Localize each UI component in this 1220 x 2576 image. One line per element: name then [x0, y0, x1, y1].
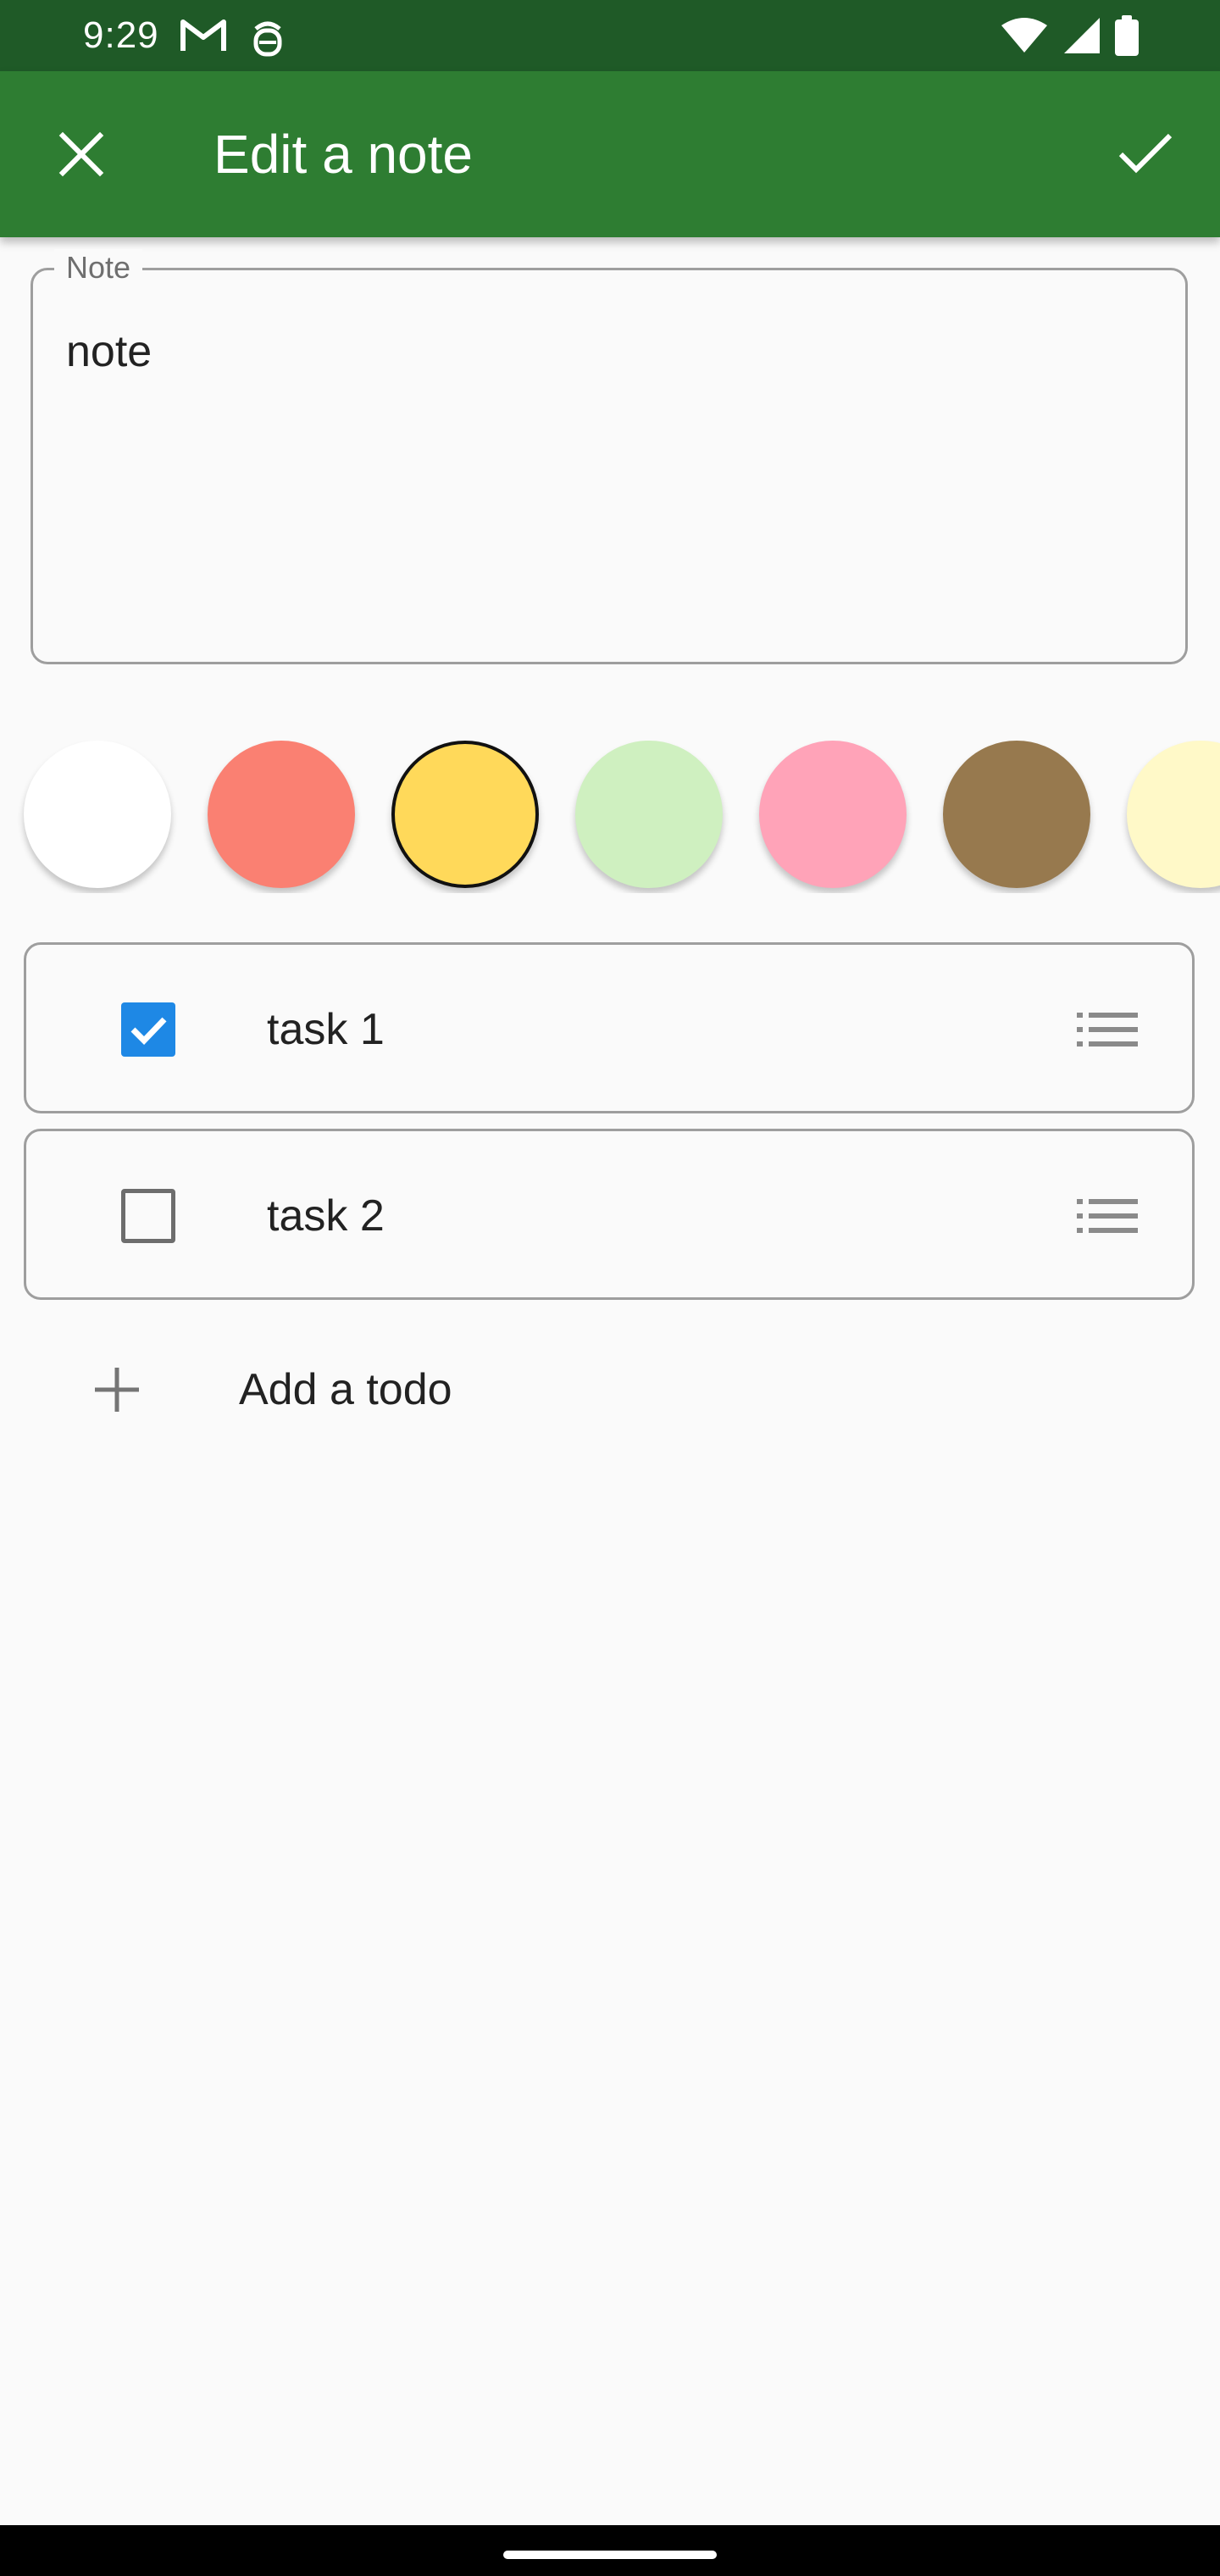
color-swatch-light-green[interactable]	[575, 741, 723, 888]
android-debug-icon	[253, 21, 282, 57]
add-todo-button[interactable]: Add a todo	[85, 1347, 593, 1432]
add-todo-label: Add a todo	[239, 1365, 452, 1414]
check-icon	[130, 1017, 167, 1046]
note-field-value[interactable]: note	[66, 325, 152, 378]
gmail-icon	[180, 19, 226, 51]
todo-checkbox[interactable]	[121, 1002, 175, 1057]
status-right-icons	[1000, 15, 1139, 56]
plus-icon	[95, 1368, 139, 1412]
page-title: Edit a note	[214, 124, 473, 185]
todo-label[interactable]: task 2	[267, 1189, 385, 1243]
todo-item: task 1	[24, 942, 1195, 1113]
close-icon	[58, 131, 104, 177]
home-gesture-handle[interactable]	[503, 2551, 717, 2559]
color-swatch-cream[interactable]	[1127, 741, 1220, 888]
check-icon	[1118, 133, 1173, 174]
color-swatch-white[interactable]	[24, 741, 171, 888]
note-field-label: Note	[54, 249, 143, 286]
battery-icon	[1115, 15, 1139, 56]
signal-icon	[1064, 18, 1100, 53]
color-swatch-brown[interactable]	[943, 741, 1090, 888]
navigation-bar	[0, 2525, 1220, 2576]
status-time: 9:29	[83, 14, 159, 56]
drag-handle-icon[interactable]	[1077, 1008, 1138, 1052]
status-left-icons	[180, 17, 286, 58]
todo-item: task 2	[24, 1129, 1195, 1300]
color-swatch-pink[interactable]	[759, 741, 907, 888]
note-field[interactable]	[30, 268, 1188, 664]
save-button[interactable]	[1105, 114, 1186, 195]
close-button[interactable]	[41, 114, 122, 195]
status-bar: 9:29	[0, 0, 1220, 71]
todo-checkbox[interactable]	[121, 1189, 175, 1243]
app-bar: Edit a note	[0, 71, 1220, 237]
drag-handle-icon[interactable]	[1077, 1194, 1138, 1238]
color-swatch-salmon[interactable]	[208, 741, 355, 888]
color-swatch-yellow[interactable]	[391, 741, 539, 888]
todo-label[interactable]: task 1	[267, 1002, 385, 1057]
wifi-icon	[1001, 18, 1047, 53]
color-picker	[0, 741, 1220, 893]
